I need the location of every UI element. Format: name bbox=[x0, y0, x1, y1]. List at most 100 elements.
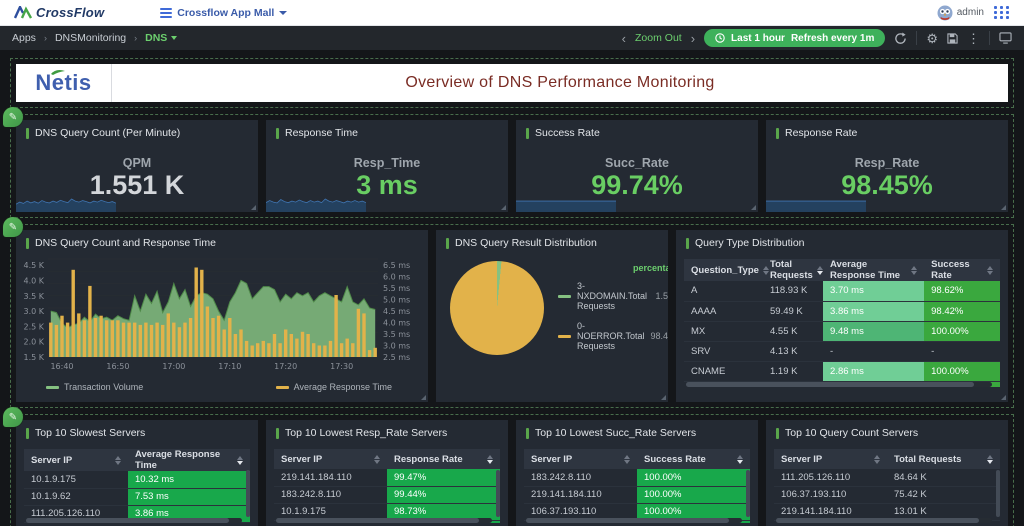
sort-icon[interactable] bbox=[987, 265, 993, 275]
top10-table-panel-0[interactable]: Top 10 Slowest Servers Server IP Average R… bbox=[16, 420, 258, 526]
timeseries-panel[interactable]: DNS Query Count and Response Time 1.5 K 2… bbox=[16, 230, 428, 402]
sort-icon[interactable] bbox=[987, 454, 993, 464]
column-header[interactable]: Server IP bbox=[24, 449, 128, 471]
panel-resize-handle[interactable] bbox=[501, 205, 506, 210]
panel-resize-handle[interactable] bbox=[421, 395, 426, 400]
column-header[interactable]: Average Response Time bbox=[823, 259, 925, 281]
time-shift-right-button[interactable]: › bbox=[691, 32, 695, 45]
table-row[interactable]: 106.37.193.110 75.42 K bbox=[774, 486, 1000, 504]
sort-icon[interactable] bbox=[816, 265, 823, 275]
kpi-panel-succ-rate[interactable]: Success Rate Succ_Rate 99.74% bbox=[516, 120, 758, 212]
horizontal-scrollbar[interactable] bbox=[26, 518, 242, 523]
vertical-scrollbar[interactable] bbox=[746, 470, 750, 523]
sort-icon[interactable] bbox=[874, 454, 880, 464]
top10-table-panel-1[interactable]: Top 10 Lowest Resp_Rate Servers Server IP… bbox=[266, 420, 508, 526]
table-cell: 100.00% bbox=[637, 469, 750, 487]
table-row[interactable]: 183.242.8.110 100.00% bbox=[524, 469, 750, 487]
table-row[interactable]: 183.242.8.110 99.44% bbox=[274, 486, 500, 504]
column-header[interactable]: Server IP bbox=[274, 449, 387, 469]
pie-chart[interactable] bbox=[450, 261, 544, 355]
user-menu[interactable]: admin bbox=[937, 5, 984, 21]
table-row[interactable]: 10.1.9.62 7.53 ms bbox=[24, 488, 250, 506]
column-header[interactable]: Server IP bbox=[774, 449, 887, 469]
column-header[interactable]: Average Response Time bbox=[127, 449, 250, 471]
query-type-table-panel[interactable]: Query Type Distribution Question_Type Tot… bbox=[676, 230, 1008, 402]
column-header[interactable]: Success Rate bbox=[637, 449, 750, 469]
sort-icon[interactable] bbox=[374, 454, 380, 464]
horizontal-scrollbar[interactable] bbox=[526, 518, 742, 523]
table-row[interactable]: 219.141.184.110 100.00% bbox=[524, 486, 750, 504]
top10-table: Server IP Success Rate 183.242.8.110 100.00… bbox=[524, 449, 750, 523]
breadcrumb-apps[interactable]: Apps bbox=[12, 32, 36, 44]
edit-row-button[interactable]: ✎ bbox=[3, 217, 23, 237]
sort-icon[interactable] bbox=[237, 455, 243, 465]
kpi-panel-qpm[interactable]: DNS Query Count (Per Minute) QPM 1.551 K bbox=[16, 120, 258, 212]
timeseries-chart[interactable]: 1.5 K 2.0 K 2.5 K 3.0 K 3.5 K 4.0 K 4.5 K 2.5 m… bbox=[16, 253, 412, 375]
app-launcher-icon[interactable] bbox=[994, 6, 1010, 19]
kpi-panel-resp-time[interactable]: Response Time Resp_Time 3 ms bbox=[266, 120, 508, 212]
save-button[interactable] bbox=[947, 32, 958, 44]
table-cell: A bbox=[684, 281, 763, 302]
legend-item-transaction-volume[interactable]: Transaction Volume bbox=[46, 382, 143, 392]
vertical-scrollbar[interactable] bbox=[996, 470, 1000, 523]
table-row[interactable]: MX 4.55 K 9.48 ms 100.00% bbox=[684, 321, 1000, 342]
settings-button[interactable]: ⚙ bbox=[926, 32, 938, 45]
tv-mode-button[interactable] bbox=[999, 32, 1012, 44]
refresh-button[interactable] bbox=[894, 31, 907, 45]
vertical-scrollbar[interactable] bbox=[496, 470, 500, 523]
table-cell: 9.48 ms bbox=[823, 321, 925, 342]
sort-icon[interactable] bbox=[624, 454, 630, 464]
table-row[interactable]: A 118.93 K 3.70 ms 98.62% bbox=[684, 281, 1000, 302]
sort-icon[interactable] bbox=[737, 454, 743, 464]
panel-resize-handle[interactable] bbox=[1001, 395, 1006, 400]
kpi-panel-resp-rate[interactable]: Response Rate Resp_Rate 98.45% bbox=[766, 120, 1008, 212]
time-range-picker[interactable]: Last 1 hour Refresh every 1m bbox=[704, 29, 886, 47]
sort-icon[interactable] bbox=[762, 265, 769, 275]
legend-item-avg-response-time[interactable]: Average Response Time bbox=[275, 382, 392, 392]
top10-table-panel-3[interactable]: Top 10 Query Count Servers Server IP Total… bbox=[766, 420, 1008, 526]
panel-resize-handle[interactable] bbox=[751, 205, 756, 210]
edit-row-button[interactable]: ✎ bbox=[3, 107, 23, 127]
top10-table-panel-2[interactable]: Top 10 Lowest Succ_Rate Servers Server IP… bbox=[516, 420, 758, 526]
sort-icon[interactable] bbox=[487, 454, 493, 464]
panel-resize-handle[interactable] bbox=[1001, 205, 1006, 210]
panel-title-accent bbox=[276, 127, 279, 139]
more-options-button[interactable]: ⋮ bbox=[967, 32, 980, 45]
time-shift-left-button[interactable]: ‹ bbox=[622, 32, 626, 45]
column-header[interactable]: Response Rate bbox=[387, 449, 500, 469]
legend-label: 0-NOERROR.Total Requests bbox=[577, 321, 645, 351]
breadcrumb-dns-dropdown[interactable]: DNS bbox=[145, 32, 178, 44]
table-row[interactable]: CNAME 1.19 K 2.86 ms 100.00% bbox=[684, 361, 1000, 382]
column-header[interactable]: Total Requests bbox=[887, 449, 1000, 469]
vertical-scrollbar[interactable] bbox=[246, 470, 250, 523]
table-row[interactable]: 10.1.9.175 10.32 ms bbox=[24, 471, 250, 489]
svg-text:5.0 ms: 5.0 ms bbox=[383, 296, 410, 305]
breadcrumb-dnsmonitoring[interactable]: DNSMonitoring bbox=[55, 32, 126, 44]
table-cell: 99.44% bbox=[387, 486, 500, 504]
svg-text:17:30: 17:30 bbox=[330, 362, 353, 371]
table-row[interactable]: AAAA 59.49 K 3.86 ms 98.42% bbox=[684, 301, 1000, 322]
pie-panel[interactable]: DNS Query Result Distribution percentage… bbox=[436, 230, 668, 402]
kpi-metric-name: Resp_Time bbox=[353, 155, 421, 170]
horizontal-scrollbar[interactable] bbox=[686, 382, 992, 387]
column-header[interactable]: Success Rate bbox=[924, 259, 1000, 281]
pie-legend-item[interactable]: 3-NXDOMAIN.Total Requests 1.52% bbox=[558, 281, 668, 311]
panel-resize-handle[interactable] bbox=[251, 205, 256, 210]
column-header[interactable]: Total Requests bbox=[763, 259, 824, 281]
sort-icon[interactable] bbox=[911, 265, 918, 275]
pie-legend-item[interactable]: 0-NOERROR.Total Requests 98.48% bbox=[558, 321, 668, 351]
dashboard-toolbar: Apps › DNSMonitoring › DNS ‹ Zoom Out › … bbox=[0, 26, 1024, 50]
column-header[interactable]: Server IP bbox=[524, 449, 637, 469]
edit-row-button[interactable]: ✎ bbox=[3, 407, 23, 427]
horizontal-scrollbar[interactable] bbox=[776, 518, 992, 523]
sort-icon[interactable] bbox=[114, 455, 121, 465]
table-row[interactable]: 111.205.126.110 84.64 K bbox=[774, 469, 1000, 487]
panel-resize-handle[interactable] bbox=[661, 395, 666, 400]
zoom-out-button[interactable]: Zoom Out bbox=[635, 32, 682, 44]
column-header[interactable]: Question_Type bbox=[684, 259, 769, 281]
app-mall-menu[interactable]: Crossflow App Mall bbox=[160, 7, 288, 19]
horizontal-scrollbar[interactable] bbox=[276, 518, 492, 523]
table-row[interactable]: SRV 4.13 K-- bbox=[684, 341, 1000, 362]
legend-label: 3-NXDOMAIN.Total Requests bbox=[577, 281, 648, 311]
table-row[interactable]: 219.141.184.110 99.47% bbox=[274, 469, 500, 487]
